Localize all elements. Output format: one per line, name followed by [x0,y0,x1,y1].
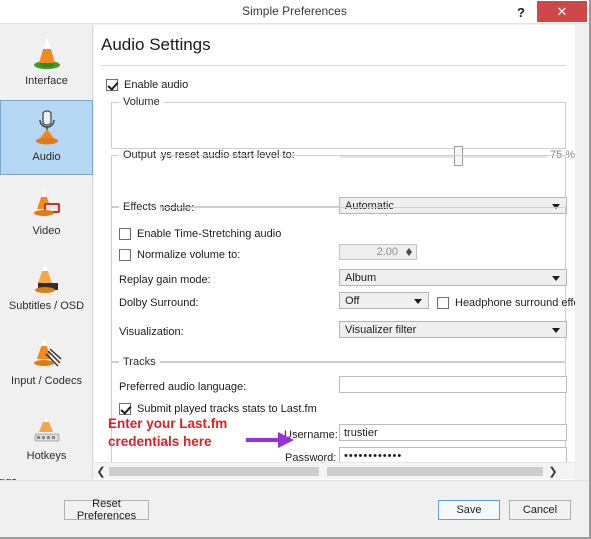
reset-preferences-label: Reset Preferences [76,498,137,522]
time-stretch-checkbox[interactable] [119,228,131,240]
sidebar-item-label: Input / Codecs [11,375,82,387]
time-stretch-row[interactable]: Enable Time-Stretching audio [119,228,281,240]
visualization-value: Visualizer filter [345,323,417,336]
lastfm-submit-label: Submit played tracks stats to Last.fm [137,403,317,415]
vlc-input-icon [30,333,64,371]
scrollbar-thumb-right[interactable] [327,466,543,476]
enable-audio-label: Enable audio [124,79,189,91]
scroll-left-arrow-icon[interactable]: ❮ [94,463,108,480]
annotation-arrow-icon [246,432,294,448]
save-button[interactable]: Save [438,500,500,520]
sidebar-item-label: Hotkeys [26,450,67,462]
username-value: trustier [344,426,378,439]
annotation-line-1: Enter your Last.fm [108,416,228,431]
sidebar-item-label: Subtitles / OSD [8,300,85,312]
headphone-surround-label: Headphone surround effect [455,297,575,309]
vlc-video-icon [30,183,64,221]
sidebar-item-hotkeys[interactable]: Hotkeys [0,400,93,475]
headphone-surround-row[interactable]: Headphone surround effect [437,297,575,309]
tracks-legend: Tracks [119,356,160,368]
replay-gain-label: Replay gain mode: [119,274,211,286]
volume-group: Volume [111,96,566,149]
normalize-volume-value: 2.00 [376,246,398,258]
sidebar-item-video[interactable]: Video [0,175,93,250]
lastfm-submit-checkbox[interactable] [119,403,131,415]
password-value: •••••••••••• [344,449,403,462]
replay-gain-select[interactable]: Album [339,269,567,286]
close-button[interactable]: ✕ [537,1,587,22]
scrollbar-thumb-left[interactable] [109,466,319,476]
volume-legend: Volume [119,96,164,108]
sidebar-item-input-codecs[interactable]: Input / Codecs [0,325,93,400]
sidebar-item-interface[interactable]: Interface [0,25,93,100]
chevron-down-icon [552,327,560,333]
vlc-cone-icon [30,33,64,71]
enable-audio-checkbox[interactable] [106,79,118,91]
normalize-volume-checkbox[interactable] [119,249,131,261]
visualization-label: Visualization: [119,326,184,338]
preferred-language-input[interactable] [339,376,567,393]
chevron-down-icon [552,275,560,281]
vlc-subtitles-icon [30,258,64,296]
annotation-line-2: credentials here [108,434,212,449]
stepper-down-icon[interactable] [406,252,412,256]
replay-gain-value: Album [345,271,377,284]
enable-audio-row[interactable]: Enable audio [106,79,188,91]
normalize-volume-row[interactable]: Normalize volume to: [119,249,240,261]
footer-bar: Reset Preferences Save Cancel [0,480,589,537]
help-button[interactable]: ? [510,1,532,23]
simple-preferences-window: Simple Preferences ? ✕ Interface Audio V… [0,0,591,539]
title-divider [101,65,566,66]
save-label: Save [456,504,482,516]
scroll-right-arrow-icon[interactable]: ❯ [546,463,560,480]
page-title: Audio Settings [101,35,211,54]
sidebar-item-label: Interface [25,75,68,87]
vlc-audio-icon [30,109,64,147]
visualization-select[interactable]: Visualizer filter [339,321,567,338]
lastfm-submit-row[interactable]: Submit played tracks stats to Last.fm [119,403,317,415]
dolby-surround-value: Off [345,294,360,307]
username-input[interactable]: trustier [339,424,567,441]
window-title: Simple Preferences [242,4,347,18]
headphone-surround-checkbox[interactable] [437,297,449,309]
time-stretch-label: Enable Time-Stretching audio [137,228,282,240]
title-bar: Simple Preferences ? ✕ [0,0,589,24]
cancel-button[interactable]: Cancel [509,500,571,520]
sidebar-item-label: Audio [32,151,61,163]
preferred-language-label: Preferred audio language: [119,381,247,393]
normalize-volume-label: Normalize volume to: [137,249,241,261]
sidebar-item-subtitles-osd[interactable]: Subtitles / OSD [0,250,93,325]
vlc-hotkeys-icon [30,408,64,446]
sidebar-item-audio[interactable]: Audio [0,100,93,175]
dolby-surround-select[interactable]: Off [339,292,429,309]
chevron-down-icon [414,298,422,304]
effects-legend: Effects [119,201,161,213]
horizontal-scrollbar[interactable]: ❮ ❯ [94,462,575,479]
output-legend: Output [119,149,161,161]
audio-settings-pane: Audio Settings Enable audio Volume Alway… [94,25,575,480]
dolby-surround-label: Dolby Surround: [119,297,199,309]
sidebar: Interface Audio Video Subtitles / OSD In… [0,25,93,480]
normalize-volume-stepper[interactable]: 2.00 [339,244,417,260]
sidebar-item-label: Video [32,225,61,237]
reset-preferences-button[interactable]: Reset Preferences [64,498,149,522]
cancel-label: Cancel [522,504,558,516]
